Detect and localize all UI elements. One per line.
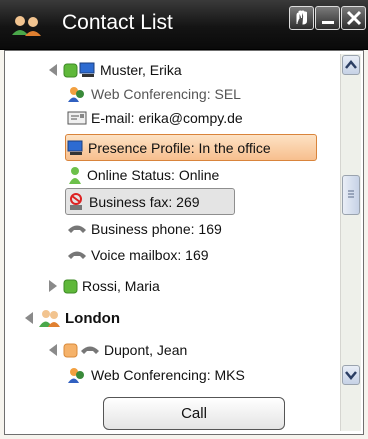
- web-conferencing-icon: [68, 368, 84, 383]
- expand-arrow-icon[interactable]: [47, 279, 59, 293]
- scroll-thumb[interactable]: [342, 175, 360, 215]
- computer-icon: [79, 62, 95, 77]
- detail-label: Business fax: 269: [89, 194, 200, 210]
- contact-list-window: Contact List Muster, Erika Web Conferenc…: [0, 0, 368, 439]
- detail-voice-mailbox[interactable]: Voice mailbox: 169: [67, 243, 209, 267]
- presence-orange-icon: [63, 343, 78, 357]
- title-bar[interactable]: Contact List: [0, 0, 368, 50]
- window-title: Contact List: [62, 11, 173, 34]
- detail-web-conferencing-mks[interactable]: Web Conferencing: MKS: [67, 363, 245, 387]
- chevron-down-icon: [345, 371, 357, 380]
- contact-tree[interactable]: Muster, Erika Web Conferencing: SEL E-ma…: [4, 50, 364, 435]
- chevron-up-icon: [345, 60, 357, 69]
- presence-green-icon: [63, 63, 78, 77]
- detail-label: Business phone: 169: [91, 221, 222, 237]
- scroll-up-button[interactable]: [342, 55, 360, 75]
- email-icon: [67, 111, 87, 125]
- pin-icon: [296, 10, 307, 25]
- group-london[interactable]: London: [23, 306, 120, 330]
- detail-presence-profile[interactable]: Presence Profile: In the office: [67, 136, 271, 160]
- detail-label: Online Status: Online: [87, 167, 220, 183]
- contact-item-dupont-jean[interactable]: Dupont, Jean: [47, 338, 187, 362]
- web-conferencing-icon: [68, 87, 84, 102]
- detail-email[interactable]: E-mail: erika@compy.de: [67, 106, 243, 130]
- contact-item-muster-erika[interactable]: Muster, Erika: [47, 58, 182, 82]
- close-button[interactable]: [341, 6, 366, 30]
- close-icon: [346, 10, 362, 26]
- detail-label: Web Conferencing: MKS: [91, 367, 245, 383]
- person-online-icon: [69, 167, 81, 184]
- detail-label: Web Conferencing: SEL: [91, 86, 241, 102]
- phone-icon: [68, 251, 86, 259]
- detail-business-fax[interactable]: Business fax: 269: [67, 190, 200, 214]
- collapse-arrow-icon[interactable]: [23, 311, 35, 325]
- phone-icon: [68, 225, 86, 233]
- contact-name: Rossi, Maria: [82, 278, 160, 294]
- phone-icon: [81, 346, 99, 354]
- detail-label: Voice mailbox: 169: [91, 247, 209, 263]
- contact-name: Dupont, Jean: [104, 342, 188, 358]
- grip-icon: [348, 190, 354, 198]
- pin-button[interactable]: [289, 6, 314, 30]
- group-name: London: [65, 309, 120, 327]
- detail-business-phone[interactable]: Business phone: 169: [67, 217, 222, 241]
- minimize-button[interactable]: [315, 6, 340, 30]
- contact-name: Muster, Erika: [100, 62, 182, 78]
- contacts-icon: [12, 16, 41, 36]
- detail-label: Presence Profile: In the office: [88, 140, 271, 156]
- vertical-scrollbar[interactable]: [340, 54, 361, 431]
- scroll-down-button[interactable]: [342, 365, 360, 385]
- collapse-arrow-icon[interactable]: [47, 63, 59, 77]
- presence-green-icon: [63, 279, 78, 293]
- detail-web-conferencing-sel[interactable]: Web Conferencing: SEL: [67, 82, 241, 106]
- call-button[interactable]: Call: [103, 397, 285, 430]
- contact-item-rossi-maria[interactable]: Rossi, Maria: [47, 274, 160, 298]
- computer-icon: [67, 140, 83, 155]
- group-icon: [39, 310, 60, 327]
- collapse-arrow-icon[interactable]: [47, 343, 59, 357]
- minimize-icon: [322, 21, 334, 24]
- detail-label: E-mail: erika@compy.de: [91, 110, 243, 126]
- detail-online-status[interactable]: Online Status: Online: [67, 163, 219, 187]
- fax-blocked-icon: [70, 193, 82, 210]
